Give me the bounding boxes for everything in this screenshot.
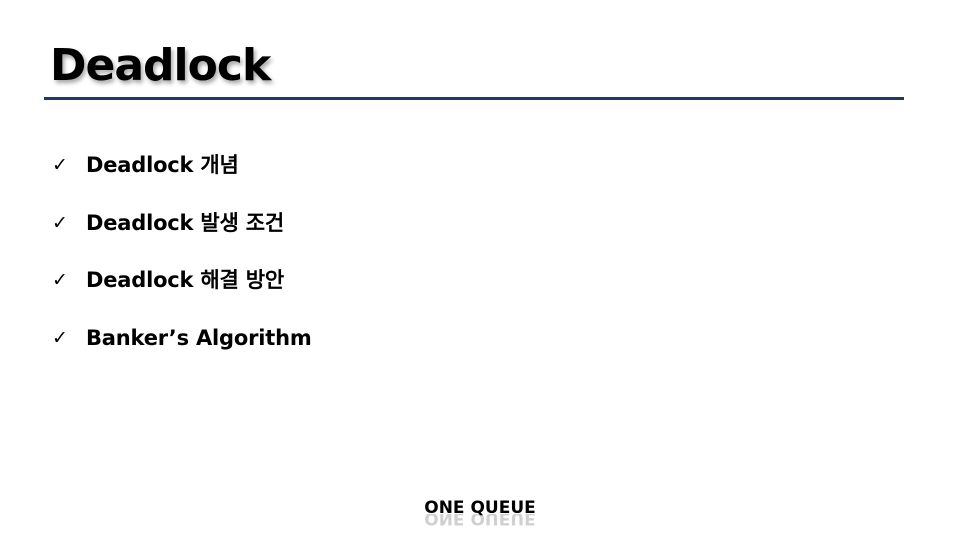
list-item: ✓ Banker’s Algorithm bbox=[52, 318, 312, 358]
list-item: ✓ Deadlock 해결 방안 bbox=[52, 260, 312, 300]
list-item-text: Deadlock 개념 bbox=[86, 153, 239, 177]
check-icon: ✓ bbox=[52, 269, 68, 291]
title-divider bbox=[44, 97, 904, 100]
list-item-text: Deadlock 발생 조건 bbox=[86, 210, 285, 235]
list-item: ✓ Deadlock 발생 조건 bbox=[52, 203, 312, 243]
list-item-text: Deadlock 해결 방안 bbox=[86, 268, 285, 292]
footer-logo-reflection: ONE QUEUE bbox=[424, 514, 536, 528]
list-item-text: Banker’s Algorithm bbox=[86, 325, 312, 350]
slide-title: Deadlock bbox=[50, 40, 271, 91]
check-icon: ✓ bbox=[52, 326, 68, 349]
check-icon: ✓ bbox=[52, 211, 68, 234]
check-icon: ✓ bbox=[52, 154, 68, 176]
footer-logo: ONE QUEUE ONE QUEUE bbox=[0, 496, 960, 528]
bullet-list: ✓ Deadlock 개념 ✓ Deadlock 발생 조건 ✓ Deadloc… bbox=[52, 145, 312, 375]
list-item: ✓ Deadlock 개념 bbox=[52, 145, 312, 185]
